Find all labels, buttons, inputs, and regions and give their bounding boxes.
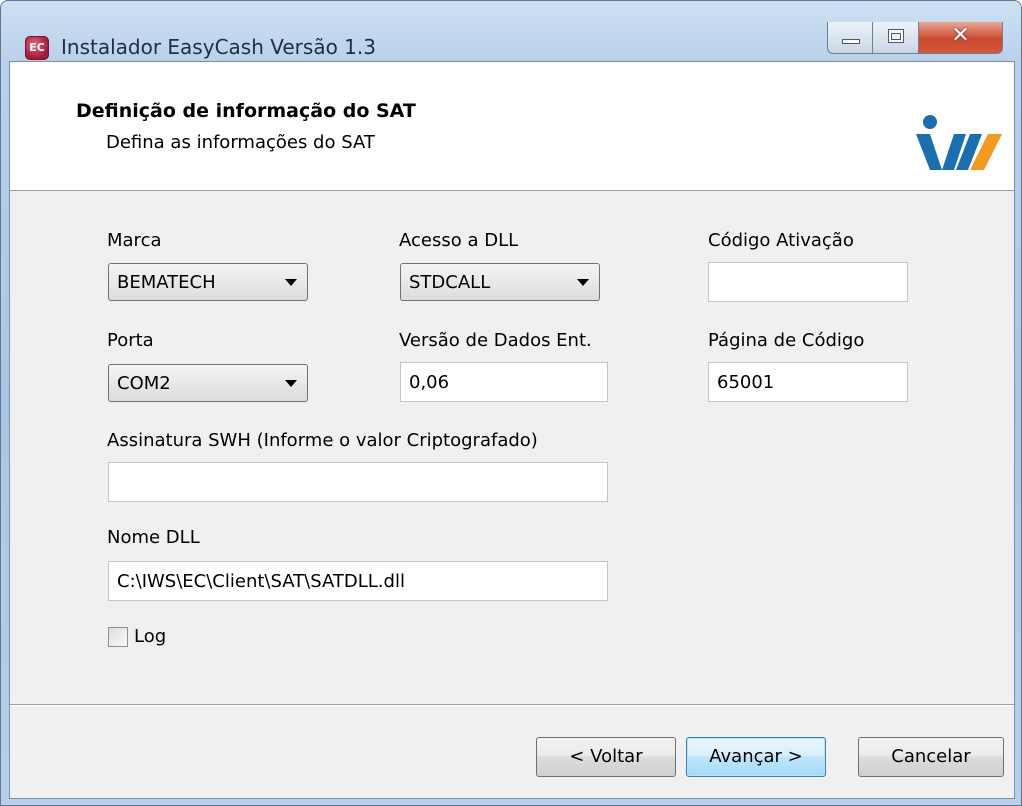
marca-label: Marca xyxy=(107,230,162,251)
maximize-button[interactable] xyxy=(873,22,919,54)
iws-logo xyxy=(916,115,1002,170)
versao-dados-input[interactable]: 0,06 xyxy=(400,362,608,402)
voltar-button[interactable]: < Voltar xyxy=(536,737,676,777)
assinatura-input[interactable] xyxy=(108,462,608,502)
porta-label: Porta xyxy=(107,330,154,351)
page-subtitle: Defina as informações do SAT xyxy=(106,132,375,153)
codigo-ativacao-input[interactable] xyxy=(708,262,908,302)
chevron-down-icon xyxy=(285,279,297,286)
title-bar[interactable]: EC Instalador EasyCash Versão 1.3 ✕ xyxy=(1,1,1022,61)
nome-dll-value: C:\IWS\EC\Client\SAT\SATDLL.dll xyxy=(117,571,405,592)
pagina-codigo-value: 65001 xyxy=(717,372,775,393)
versao-dados-value: 0,06 xyxy=(409,372,450,393)
nome-dll-label: Nome DLL xyxy=(107,527,200,548)
acesso-dll-select[interactable]: STDCALL xyxy=(400,263,600,301)
codigo-ativacao-label: Código Ativação xyxy=(708,230,854,251)
app-icon: EC xyxy=(25,36,49,60)
maximize-icon xyxy=(888,29,904,43)
log-checkbox[interactable] xyxy=(108,627,128,647)
minimize-icon xyxy=(842,39,860,44)
nome-dll-input[interactable]: C:\IWS\EC\Client\SAT\SATDLL.dll xyxy=(108,561,608,601)
wizard-header: Definição de informação do SAT Defina as… xyxy=(10,62,1014,191)
close-button[interactable]: ✕ xyxy=(919,22,1003,54)
page-title: Definição de informação do SAT xyxy=(76,100,416,122)
cancelar-button[interactable]: Cancelar xyxy=(858,737,1004,777)
assinatura-label: Assinatura SWH (Informe o valor Criptogr… xyxy=(107,430,538,451)
acesso-dll-label: Acesso a DLL xyxy=(399,230,519,251)
porta-select[interactable]: COM2 xyxy=(108,364,308,402)
close-icon: ✕ xyxy=(951,23,970,48)
window-frame: EC Instalador EasyCash Versão 1.3 ✕ Defi… xyxy=(0,0,1022,806)
window-title: Instalador EasyCash Versão 1.3 xyxy=(61,35,376,59)
footer-separator xyxy=(10,704,1014,706)
pagina-codigo-input[interactable]: 65001 xyxy=(708,362,908,402)
marca-select[interactable]: BEMATECH xyxy=(108,263,308,301)
porta-value: COM2 xyxy=(117,373,171,394)
app-icon-label: EC xyxy=(29,41,45,54)
chevron-down-icon xyxy=(577,279,589,286)
pagina-codigo-label: Página de Código xyxy=(708,330,865,351)
minimize-button[interactable] xyxy=(827,22,873,54)
chevron-down-icon xyxy=(285,380,297,387)
wizard-client-area: Definição de informação do SAT Defina as… xyxy=(9,61,1015,799)
versao-dados-label: Versão de Dados Ent. xyxy=(399,330,592,351)
marca-value: BEMATECH xyxy=(117,272,216,293)
log-label[interactable]: Log xyxy=(134,626,166,647)
acesso-dll-value: STDCALL xyxy=(409,272,491,293)
avancar-button[interactable]: Avançar > xyxy=(686,737,826,777)
